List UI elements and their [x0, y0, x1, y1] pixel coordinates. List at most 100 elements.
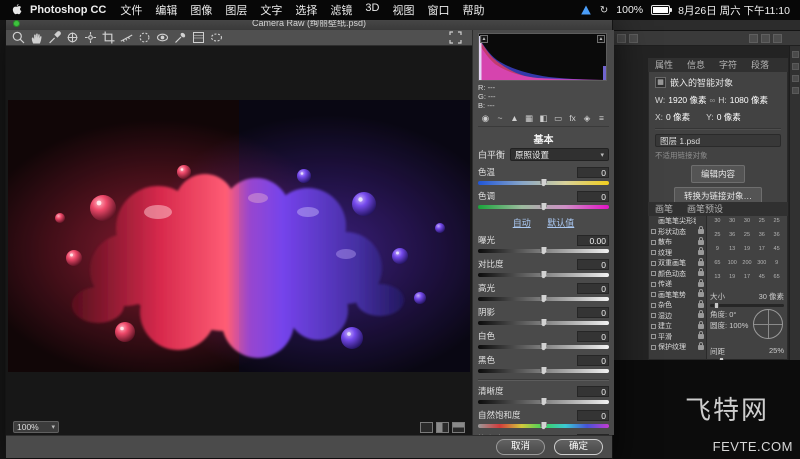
adjustment-tab-icon[interactable]: ≡ [595, 113, 608, 124]
adjustment-brush-tool-icon[interactable] [173, 30, 188, 45]
adjustment-tab-icon[interactable]: ~ [494, 113, 507, 124]
link-dimensions-icon[interactable]: ∞ [710, 96, 716, 105]
brush-setting-row[interactable]: 双重画笔 [649, 258, 706, 269]
slider-track[interactable] [478, 345, 609, 349]
lock-icon[interactable] [698, 334, 704, 339]
slider-value-field[interactable]: 0 [577, 259, 609, 270]
slider-thumb[interactable] [540, 178, 547, 187]
adjustment-tab-icon[interactable]: ▭ [552, 113, 565, 124]
lock-icon[interactable] [698, 282, 704, 287]
histogram[interactable]: ▲ ▲ [478, 33, 607, 81]
apple-menu-icon[interactable] [10, 3, 22, 17]
toggle-fullscreen-icon[interactable] [448, 30, 463, 45]
menu-item[interactable]: 窗口 [427, 2, 449, 18]
adjustment-tab-icon[interactable]: ▦ [523, 113, 536, 124]
panel-tab[interactable]: 段落 [744, 58, 776, 72]
brush-setting-row[interactable]: 形状动态 [649, 227, 706, 238]
checkbox[interactable] [651, 334, 656, 339]
slider-thumb[interactable] [540, 366, 547, 375]
slider-value-field[interactable]: 0 [577, 331, 609, 342]
checkbox[interactable] [651, 292, 656, 297]
brush-setting-row[interactable]: 散布 [649, 237, 706, 248]
adjustment-tab-icon[interactable]: ◉ [479, 113, 492, 124]
checkbox[interactable] [651, 303, 656, 308]
slider-thumb[interactable] [540, 421, 547, 430]
brush-preset[interactable]: 36 [769, 232, 784, 246]
brush-setting-row[interactable]: 颜色动态 [649, 269, 706, 280]
auto-link[interactable]: 自动 [513, 218, 531, 228]
lock-icon[interactable] [698, 303, 704, 308]
width-value[interactable]: 1920 像素 [668, 94, 706, 106]
slider-track[interactable] [478, 205, 609, 209]
panel-tab[interactable]: 信息 [680, 58, 712, 72]
dock-panel-icon[interactable] [792, 87, 799, 94]
menu-item[interactable]: 滤镜 [330, 2, 352, 18]
zoom-tool-icon[interactable] [11, 30, 26, 45]
brush-setting-row[interactable]: 杂色 [649, 300, 706, 311]
menu-item[interactable]: 选择 [295, 2, 317, 18]
hand-tool-icon[interactable] [29, 30, 44, 45]
brush-preset[interactable]: 13 [710, 274, 725, 288]
lock-icon[interactable] [698, 313, 704, 318]
red-eye-removal-tool-icon[interactable] [155, 30, 170, 45]
brush-preset[interactable]: 19 [740, 246, 755, 260]
crop-tool-icon[interactable] [101, 30, 116, 45]
spot-removal-tool-icon[interactable] [137, 30, 152, 45]
highlight-clipping-warning[interactable]: ▲ [597, 35, 605, 43]
brush-preset[interactable]: 13 [725, 246, 740, 260]
slider-value-field[interactable]: 0 [577, 167, 609, 178]
brush-preset[interactable]: 300 [754, 260, 769, 274]
slider-value-field[interactable]: 0 [577, 307, 609, 318]
adjustment-tab-icon[interactable]: ◧ [537, 113, 550, 124]
x-value[interactable]: 0 像素 [666, 111, 690, 123]
brush-setting-row[interactable]: 纹理 [649, 248, 706, 259]
brush-setting-row[interactable]: 湿边 [649, 311, 706, 322]
default-link[interactable]: 默认值 [547, 218, 574, 228]
preview-before-after-top-icon[interactable] [452, 422, 465, 433]
checkbox[interactable] [651, 240, 656, 245]
adjustment-tab-icon[interactable]: ◈ [581, 113, 594, 124]
brush-preset[interactable]: 25 [769, 218, 784, 232]
y-value[interactable]: 0 像素 [717, 111, 741, 123]
zoom-level-select[interactable]: 100% ▾ [13, 421, 59, 433]
cancel-button[interactable]: 取消 [496, 439, 545, 455]
slider-track[interactable] [478, 321, 609, 325]
checkbox[interactable] [651, 229, 656, 234]
lock-icon[interactable] [698, 271, 704, 276]
brush-setting-row[interactable]: 平滑 [649, 332, 706, 343]
menu-item[interactable]: 文件 [120, 2, 142, 18]
checkbox[interactable] [651, 261, 656, 266]
tool-options-icon[interactable] [629, 34, 638, 43]
brush-preset[interactable]: 200 [740, 260, 755, 274]
brush-preset[interactable]: 65 [710, 260, 725, 274]
workspace-icon[interactable] [773, 34, 782, 43]
height-value[interactable]: 1080 像素 [730, 94, 768, 106]
checkbox[interactable] [651, 282, 656, 287]
slider-thumb[interactable] [540, 397, 547, 406]
brush-preset[interactable]: 36 [725, 232, 740, 246]
brush-size-slider[interactable] [710, 304, 784, 307]
slider-track[interactable] [478, 424, 609, 428]
brush-preset[interactable]: 19 [725, 274, 740, 288]
menu-bar-clock[interactable]: 8月26日 周六 下午11:10 [678, 3, 790, 18]
slider-thumb[interactable] [540, 246, 547, 255]
lock-icon[interactable] [698, 324, 704, 329]
menu-item[interactable]: 帮助 [462, 2, 484, 18]
slider-value-field[interactable]: 0 [577, 410, 609, 421]
straighten-tool-icon[interactable] [119, 30, 134, 45]
lock-icon[interactable] [698, 261, 704, 266]
shadow-clipping-warning[interactable]: ▲ [480, 35, 488, 43]
slider-value-field[interactable]: 0 [577, 191, 609, 202]
dock-panel-icon[interactable] [792, 63, 799, 70]
brush-preset[interactable]: 25 [754, 218, 769, 232]
lock-icon[interactable] [698, 292, 704, 297]
slider-track[interactable] [478, 249, 609, 253]
slider-track[interactable] [478, 297, 609, 301]
slider-value-field[interactable]: 0.00 [577, 235, 609, 246]
color-sampler-tool-icon[interactable] [65, 30, 80, 45]
dock-panel-icon[interactable] [792, 51, 799, 58]
slider-value-field[interactable]: 0 [577, 283, 609, 294]
brush-angle-value[interactable]: 0° [729, 310, 736, 319]
slider-track[interactable] [478, 273, 609, 277]
lock-icon[interactable] [698, 345, 704, 350]
